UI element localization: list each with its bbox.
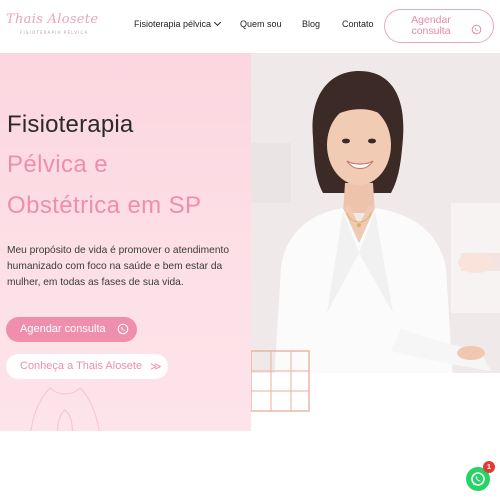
hero-title-line-1: Fisioterapia (7, 111, 134, 138)
portrait-illustration (251, 53, 500, 431)
hero-title-line-2: Pélvica e (7, 151, 108, 178)
page: Thais Alosete FISIOTERAPIA PÉLVICA Fisio… (0, 0, 500, 500)
hero-portrait-photo (251, 53, 500, 431)
about-thais-link[interactable]: Conheça a Thais Alosete ≫ (6, 354, 168, 379)
whatsapp-icon (470, 471, 486, 492)
whatsapp-icon (471, 22, 482, 40)
nav-item-blog[interactable]: Blog (302, 19, 320, 29)
about-thais-label: Conheça a Thais Alosete (20, 360, 143, 372)
header-schedule-label: Agendar consulta (385, 15, 477, 37)
hero-title-line-3: Obstétrica em SP (7, 192, 202, 219)
site-header: Thais Alosete FISIOTERAPIA PÉLVICA Fisio… (0, 0, 500, 53)
hero-description: Meu propósito de vida é promover o atend… (7, 245, 229, 288)
hero-schedule-label: Agendar consulta (20, 323, 106, 335)
double-chevron-right-icon: ≫ (150, 361, 162, 373)
nav-item-contato[interactable]: Contato (342, 19, 374, 29)
chevron-down-icon (214, 18, 222, 27)
nav-item-quem-sou[interactable]: Quem sou (240, 19, 282, 29)
nav-item-fisioterapia-pelvica[interactable]: Fisioterapia pélvica (134, 18, 222, 29)
header-schedule-button[interactable]: Agendar consulta (384, 9, 494, 43)
nav-item-label: Fisioterapia pélvica (134, 19, 212, 29)
hero-schedule-button[interactable]: Agendar consulta (6, 317, 137, 342)
notification-badge: 1 (483, 461, 495, 473)
pelvis-illustration (30, 387, 100, 431)
logo-tagline: FISIOTERAPIA PÉLVICA (20, 30, 89, 35)
whatsapp-icon (117, 323, 129, 338)
header-schedule-label-line2: consulta (411, 25, 451, 37)
logo[interactable]: Thais Alosete FISIOTERAPIA PÉLVICA (6, 12, 98, 38)
logo-script: Thais Alosete (6, 12, 99, 27)
